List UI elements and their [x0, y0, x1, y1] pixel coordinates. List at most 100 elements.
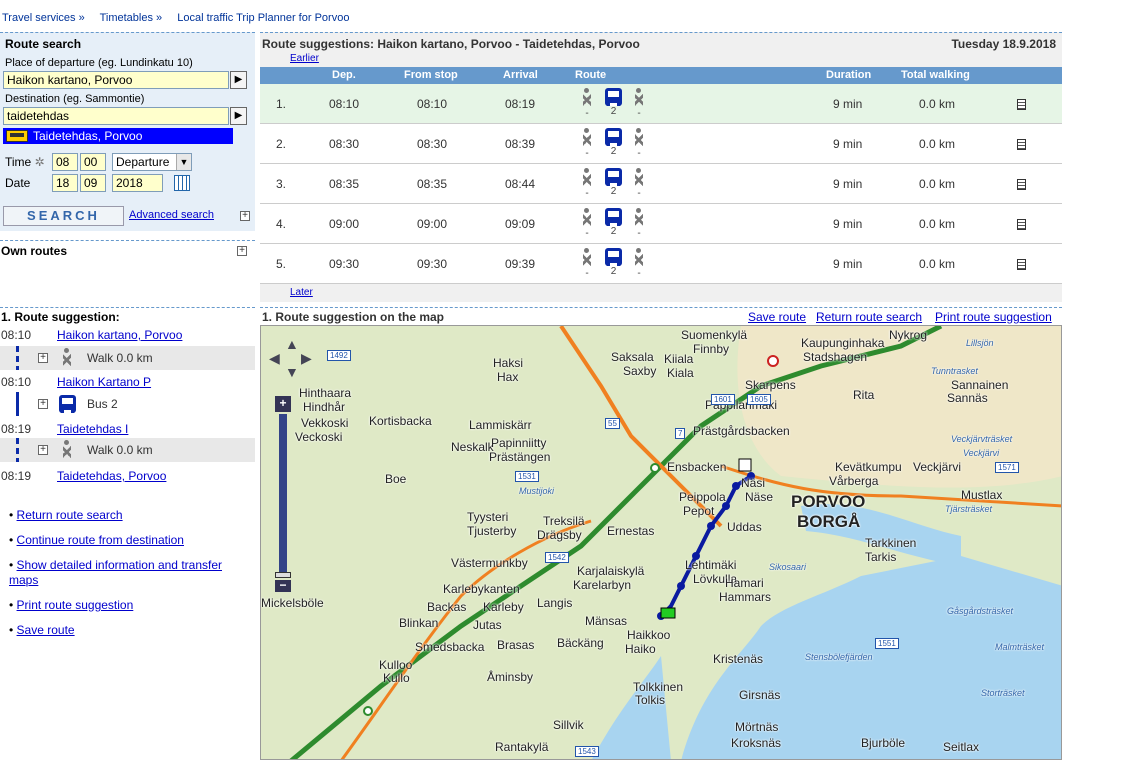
- map-place-label: Kiala: [667, 366, 694, 380]
- stop-link[interactable]: Taidetehdas, Porvoo: [57, 469, 166, 483]
- zoom-in-icon[interactable]: +: [275, 396, 291, 412]
- result-row[interactable]: 2. 08:30 08:30 08:39 - 2 - 9 min 0.0 km: [260, 124, 1062, 164]
- zoom-out-icon[interactable]: −: [275, 579, 291, 592]
- zoom-control[interactable]: + −: [271, 396, 295, 596]
- expand-icon[interactable]: +: [38, 445, 48, 455]
- expand-icon[interactable]: +: [240, 211, 250, 221]
- stop-link[interactable]: Haikon Kartano P: [57, 375, 151, 389]
- route-bus: 2: [605, 168, 622, 197]
- stop-link[interactable]: Taidetehdas I: [57, 422, 128, 436]
- map-water-label: Veckjärvi: [963, 448, 1000, 458]
- bus-line: [16, 392, 19, 416]
- earlier-link[interactable]: Earlier: [290, 53, 319, 64]
- minute-input[interactable]: 00: [80, 153, 106, 171]
- pan-down-icon[interactable]: ▼: [285, 364, 299, 380]
- breadcrumb-trip-planner[interactable]: Local traffic Trip Planner for Porvoo: [177, 12, 349, 24]
- map-place-label: Kulloo: [379, 658, 413, 672]
- map-place-label: Kaupunginhaka: [801, 336, 885, 350]
- map-place-label: Hindhår: [303, 400, 346, 414]
- expand-icon[interactable]: +: [38, 353, 48, 363]
- departure-arrow-button[interactable]: ▶: [230, 71, 247, 89]
- later-link[interactable]: Later: [290, 287, 313, 298]
- stop-time: 08:10: [1, 328, 32, 342]
- map-water-label: Stensbölefjärden: [805, 652, 873, 662]
- leg-item: + Walk 0.0 km: [0, 438, 255, 462]
- route-walk: -: [632, 168, 646, 199]
- map-place-label: Mörtnäs: [735, 720, 779, 734]
- map-place-label: Neskalk: [451, 440, 494, 454]
- bus-line-number: 2: [610, 226, 617, 237]
- print-route-link[interactable]: Print route suggestion: [17, 598, 134, 612]
- map-print-route-link[interactable]: Print route suggestion: [935, 310, 1052, 324]
- suggestion-label: Taidetehdas, Porvoo: [33, 129, 143, 143]
- year-input[interactable]: 2018: [112, 174, 163, 192]
- row-duration: 9 min: [833, 217, 863, 231]
- day-input[interactable]: 18: [52, 174, 78, 192]
- pan-right-icon[interactable]: ▶: [301, 350, 312, 367]
- search-button[interactable]: SEARCH: [3, 206, 124, 226]
- expand-icon[interactable]: +: [237, 246, 247, 256]
- destination-suggestion[interactable]: Taidetehdas, Porvoo: [3, 128, 233, 144]
- calendar-icon[interactable]: [174, 175, 190, 191]
- stop-item: 08:10 Haikon kartano, Porvoo: [0, 324, 255, 348]
- map-place-label: Prästängen: [489, 450, 551, 464]
- map-water-label: Storträsket: [981, 688, 1025, 698]
- breadcrumb-timetables[interactable]: Timetables »: [100, 12, 163, 24]
- map-place-label: Rita: [853, 388, 875, 402]
- detailed-info-link[interactable]: Show detailed information and transfer m…: [9, 558, 222, 587]
- bus-line-number: 2: [610, 146, 617, 157]
- action-links: • Return route search • Continue route f…: [9, 503, 244, 643]
- map-return-route-search-link[interactable]: Return route search: [816, 310, 922, 324]
- map-place-label: Ensbacken: [667, 460, 727, 474]
- map-place-label: Tjusterby: [467, 524, 517, 538]
- walk-icon: [632, 88, 646, 108]
- departure-input[interactable]: Haikon kartano, Porvoo: [3, 71, 229, 89]
- route-map[interactable]: + − ▲ ◀ ▶ ▼ Suomenkylä Finnby Nykrog Saksal…: [260, 325, 1062, 760]
- map-place-label: Lammiskärr: [469, 418, 532, 432]
- destination-arrow-button[interactable]: ▶: [230, 107, 247, 125]
- road-number-label: 1542: [545, 552, 569, 563]
- map-water-label: Malmträsket: [995, 642, 1045, 652]
- pan-up-icon[interactable]: ▲: [285, 336, 299, 352]
- map-water-label: Sikosaari: [769, 562, 807, 572]
- zoom-track[interactable]: [279, 414, 287, 574]
- document-icon[interactable]: [1017, 259, 1026, 270]
- bus-icon: [605, 88, 622, 106]
- document-icon[interactable]: [1017, 139, 1026, 150]
- advanced-search-link[interactable]: Advanced search: [129, 209, 214, 221]
- continue-route-link[interactable]: Continue route from destination: [17, 533, 184, 547]
- stop-link[interactable]: Haikon kartano, Porvoo: [57, 328, 182, 342]
- walk-icon: [632, 128, 646, 148]
- map-save-route-link[interactable]: Save route: [748, 310, 806, 324]
- route-walk: -: [580, 208, 594, 239]
- map-place-label: Peippola: [679, 490, 726, 504]
- document-icon[interactable]: [1017, 99, 1026, 110]
- expand-icon[interactable]: +: [38, 399, 48, 409]
- month-input[interactable]: 09: [80, 174, 106, 192]
- row-number: 3.: [276, 177, 287, 191]
- road-number-label: 7: [675, 428, 686, 439]
- map-place-label: Mickelsböle: [261, 596, 324, 610]
- hour-input[interactable]: 08: [52, 153, 78, 171]
- document-icon[interactable]: [1017, 219, 1026, 230]
- result-row[interactable]: 4. 09:00 09:00 09:09 - 2 - 9 min 0.0 km: [260, 204, 1062, 244]
- map-place-label: Mustlax: [961, 488, 1003, 502]
- map-place-label: Girsnäs: [739, 688, 781, 702]
- document-icon[interactable]: [1017, 179, 1026, 190]
- breadcrumb-travel-services[interactable]: Travel services »: [2, 12, 85, 24]
- result-row[interactable]: 1. 08:10 08:10 08:19 - 2 - 9 min 0.0 km: [260, 84, 1062, 124]
- result-row[interactable]: 5. 09:30 09:30 09:39 - 2 - 9 min 0.0 km: [260, 244, 1062, 284]
- route-walk: -: [580, 128, 594, 159]
- map-place-label: Blinkan: [399, 616, 439, 630]
- link-item: • Print route suggestion: [9, 598, 134, 612]
- time-mode-select[interactable]: Departure ▼: [112, 153, 192, 171]
- result-row[interactable]: 3. 08:35 08:35 08:44 - 2 - 9 min 0.0 km: [260, 164, 1062, 204]
- map-water-label: Mustijoki: [519, 486, 555, 496]
- return-route-search-link[interactable]: Return route search: [17, 508, 123, 522]
- pan-left-icon[interactable]: ◀: [269, 350, 280, 367]
- save-route-link[interactable]: Save route: [17, 623, 75, 637]
- pan-control[interactable]: ▲ ◀ ▶ ▼: [269, 336, 317, 382]
- map-place-label: Sannäs: [947, 391, 988, 405]
- leg-item: + Walk 0.0 km: [0, 346, 255, 370]
- destination-input[interactable]: taidetehdas: [3, 107, 229, 125]
